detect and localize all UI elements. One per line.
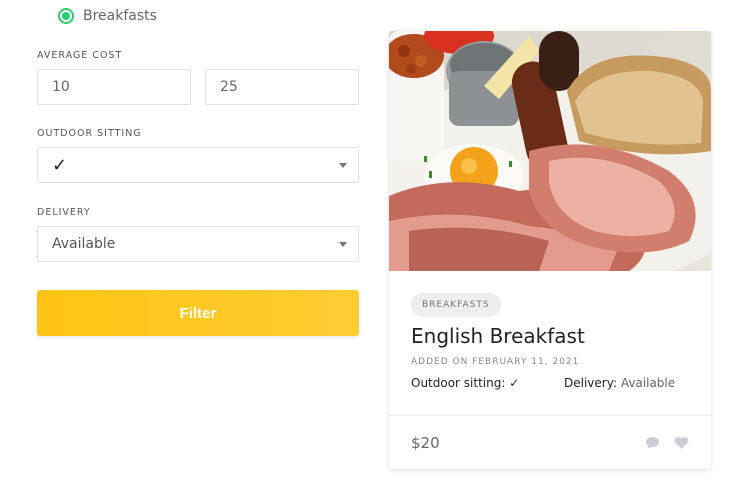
- filter-button[interactable]: Filter: [37, 290, 359, 336]
- category-radio-breakfasts[interactable]: Breakfasts: [58, 8, 157, 24]
- breakfast-photo[interactable]: [389, 31, 711, 271]
- checkmark-value: ✓: [52, 154, 68, 176]
- delivery-meta: Delivery: Available: [564, 376, 675, 390]
- average-cost-label: AVERAGE COST: [37, 50, 123, 61]
- max-cost-input[interactable]: 25: [205, 69, 359, 105]
- card-actions: [645, 436, 689, 450]
- outdoor-sitting-label: OUTDOOR SITTING: [37, 128, 142, 139]
- listing-card[interactable]: BREAKFASTS English Breakfast ADDED ON FE…: [389, 31, 711, 469]
- min-cost-input[interactable]: 10: [37, 69, 191, 105]
- comment-icon[interactable]: [645, 436, 660, 450]
- delivery-meta-label: Delivery:: [564, 376, 617, 390]
- category-badge[interactable]: BREAKFASTS: [411, 293, 501, 317]
- outdoor-sitting-meta: Outdoor sitting: ✓: [411, 376, 519, 390]
- heart-icon[interactable]: [674, 436, 689, 450]
- outdoor-sitting-meta-label: Outdoor sitting:: [411, 376, 506, 390]
- dropdown-arrow-icon: [339, 163, 347, 168]
- outdoor-sitting-select[interactable]: ✓: [37, 147, 359, 183]
- delivery-meta-value: Available: [620, 376, 676, 390]
- dropdown-arrow-icon: [339, 242, 347, 247]
- radio-selected-dot: [62, 12, 70, 20]
- delivery-select[interactable]: Available: [37, 226, 359, 262]
- radio-label: Breakfasts: [83, 8, 157, 24]
- card-divider: [389, 415, 711, 416]
- card-date: ADDED ON FEBRUARY 11, 2021: [411, 357, 580, 367]
- delivery-label: DELIVERY: [37, 207, 91, 218]
- card-title[interactable]: English Breakfast: [411, 324, 585, 348]
- radio-button[interactable]: [58, 8, 74, 24]
- card-price: $20: [411, 434, 440, 452]
- delivery-select-value: Available: [52, 236, 116, 252]
- outdoor-sitting-meta-value: ✓: [509, 376, 520, 390]
